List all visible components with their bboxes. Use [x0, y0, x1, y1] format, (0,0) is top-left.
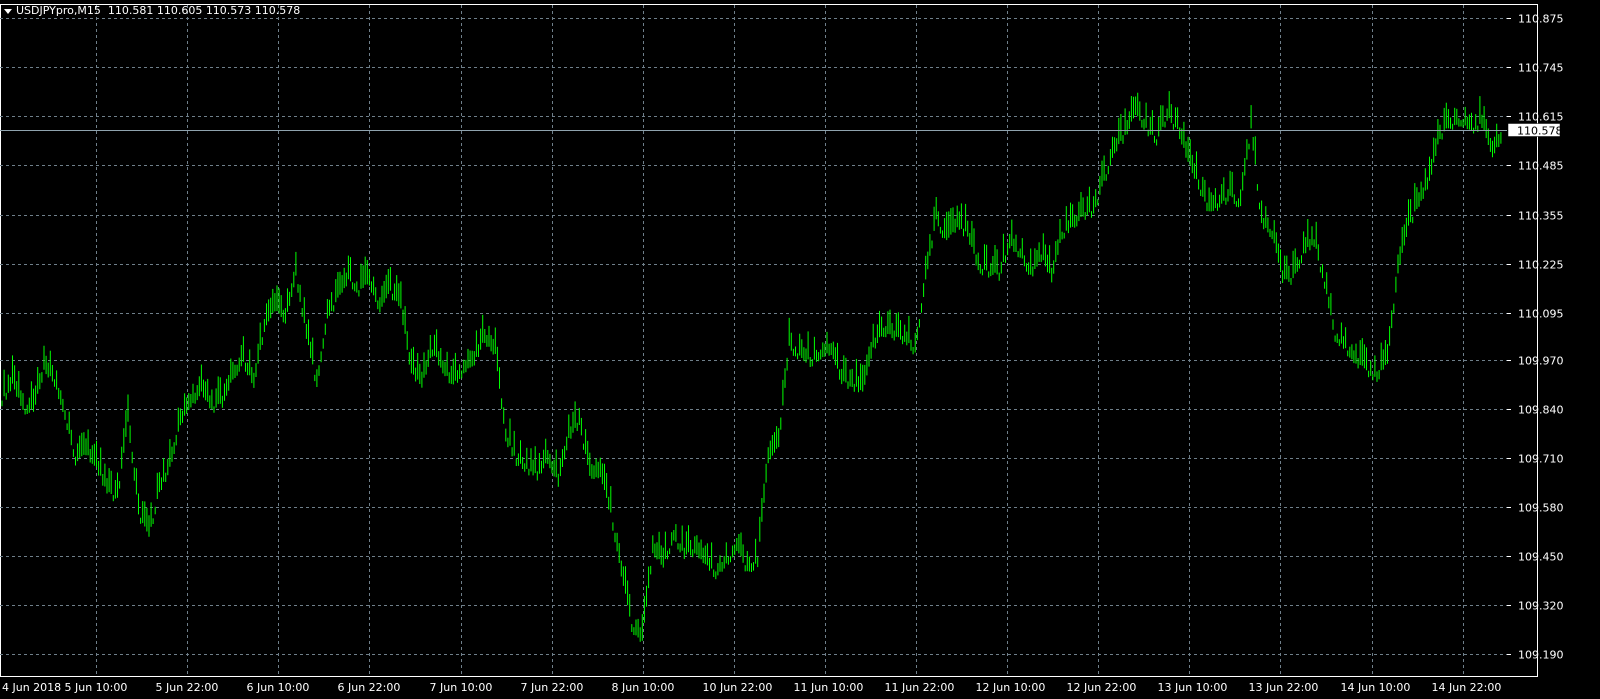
y-tick-label: 109.190: [1518, 649, 1564, 662]
y-tick-label: 109.710: [1518, 453, 1564, 466]
y-tick-label: 109.970: [1518, 355, 1564, 368]
x-tick-label: 11 Jun 22:00: [885, 681, 955, 694]
price-axis: 110.875 110.745 110.615 110.485 110.355 110.2…: [1507, 13, 1564, 662]
x-tick-label: 14 Jun 22:00: [1432, 681, 1502, 694]
price-bars: [1, 91, 1502, 642]
y-tick-label: 109.580: [1518, 502, 1564, 515]
x-tick-label: 13 Jun 22:00: [1249, 681, 1319, 694]
x-tick-label: 7 Jun 10:00: [430, 681, 493, 694]
y-tick-label: 110.615: [1518, 111, 1564, 124]
symbol-label: USDJPYpro,M15: [16, 4, 101, 17]
x-tick-label: 5 Jun 22:00: [156, 681, 219, 694]
x-tick-label: 10 Jun 22:00: [703, 681, 773, 694]
current-price-tag-label: 110.578: [1517, 125, 1563, 138]
price-chart[interactable]: 110.875 110.745 110.615 110.485 110.355 110.2…: [0, 0, 1600, 699]
x-tick-label: 5 Jun 10:00: [65, 681, 128, 694]
x-tick-label: 11 Jun 10:00: [794, 681, 864, 694]
y-tick-label: 110.225: [1518, 259, 1564, 272]
ohlc-values: 110.581 110.605 110.573 110.578: [107, 4, 301, 17]
y-tick-label: 110.875: [1518, 13, 1564, 26]
x-tick-label: 12 Jun 10:00: [976, 681, 1046, 694]
chart-header: USDJPYpro,M15 110.581 110.605 110.573 11…: [4, 4, 300, 17]
x-tick-label: 7 Jun 22:00: [521, 681, 584, 694]
chart-frame: [0, 4, 1538, 677]
x-tick-label: 6 Jun 22:00: [338, 681, 401, 694]
time-axis: 4 Jun 2018 5 Jun 10:00 5 Jun 22:00 6 Jun 10…: [2, 681, 1501, 694]
symbol-dropdown-icon[interactable]: [4, 8, 12, 14]
x-tick-label: 13 Jun 10:00: [1158, 681, 1228, 694]
x-tick-label: 6 Jun 10:00: [247, 681, 310, 694]
y-tick-label: 110.355: [1518, 210, 1564, 223]
y-tick-label: 109.450: [1518, 551, 1564, 564]
y-tick-label: 109.320: [1518, 600, 1564, 613]
y-tick-label: 109.840: [1518, 404, 1564, 417]
y-tick-label: 110.485: [1518, 160, 1564, 173]
x-tick-label: 14 Jun 10:00: [1341, 681, 1411, 694]
x-tick-label: 8 Jun 10:00: [612, 681, 675, 694]
y-tick-label: 110.745: [1518, 62, 1564, 75]
y-tick-label: 110.095: [1518, 308, 1564, 321]
chart-grid: [0, 5, 1507, 676]
current-price-tag: 110.578: [1507, 123, 1563, 138]
x-tick-label: 12 Jun 22:00: [1067, 681, 1137, 694]
x-tick-label: 4 Jun 2018: [2, 681, 61, 694]
